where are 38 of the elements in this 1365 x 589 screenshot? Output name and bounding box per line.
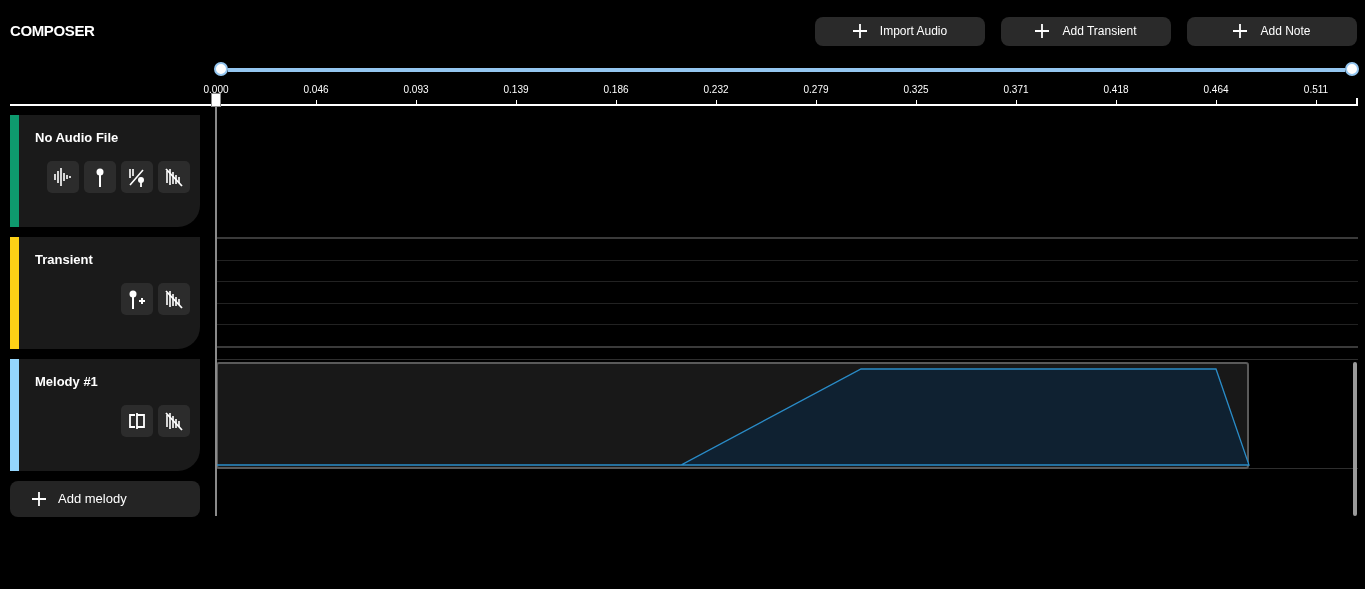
ruler-label: 0.325 bbox=[903, 84, 929, 96]
plus-icon bbox=[1035, 24, 1050, 38]
ruler-label: 0.464 bbox=[1203, 84, 1229, 96]
tool-button[interactable] bbox=[84, 160, 116, 193]
range-slider[interactable] bbox=[214, 62, 1359, 78]
toolbar-button[interactable]: Import Audio bbox=[815, 16, 985, 46]
ruler-label: 0.139 bbox=[503, 84, 529, 96]
tool-button[interactable] bbox=[121, 160, 153, 193]
plus-icon bbox=[1233, 24, 1248, 38]
add-melody-button[interactable]: Add melody bbox=[10, 481, 200, 517]
ruler-label: 0.000 bbox=[203, 84, 229, 96]
ruler-label: 0.093 bbox=[403, 84, 429, 96]
plus-icon bbox=[32, 492, 46, 506]
ruler-label: 0.186 bbox=[603, 84, 629, 96]
ruler-label: 0.371 bbox=[1003, 84, 1029, 96]
ruler-label: 0.232 bbox=[703, 84, 729, 96]
ruler-label: 0.046 bbox=[303, 84, 329, 96]
slider-handle[interactable] bbox=[214, 62, 228, 76]
tool-button[interactable] bbox=[158, 282, 190, 315]
ruler-label: 0.511 bbox=[1303, 84, 1329, 96]
track-name: Transient bbox=[35, 251, 94, 269]
tool-button[interactable] bbox=[158, 160, 190, 193]
track-name: Melody #1 bbox=[35, 373, 99, 391]
tool-button[interactable] bbox=[47, 160, 79, 193]
page-title: COMPOSER bbox=[10, 20, 95, 41]
toolbar-button[interactable]: Add Transient bbox=[1001, 16, 1171, 46]
ruler-label: 0.279 bbox=[803, 84, 829, 96]
track-name: No Audio File bbox=[35, 129, 120, 147]
toolbar-button[interactable]: Add Note bbox=[1187, 16, 1357, 46]
playhead-handle[interactable] bbox=[211, 93, 221, 107]
tool-button[interactable] bbox=[121, 282, 153, 315]
plus-icon bbox=[852, 24, 867, 38]
tool-button[interactable] bbox=[121, 404, 153, 437]
ruler-label: 0.418 bbox=[1103, 84, 1129, 96]
waveform-icon bbox=[52, 165, 74, 188]
tool-button[interactable] bbox=[158, 404, 190, 437]
slider-handle[interactable] bbox=[1345, 62, 1359, 76]
scrollbar[interactable] bbox=[1353, 362, 1357, 516]
